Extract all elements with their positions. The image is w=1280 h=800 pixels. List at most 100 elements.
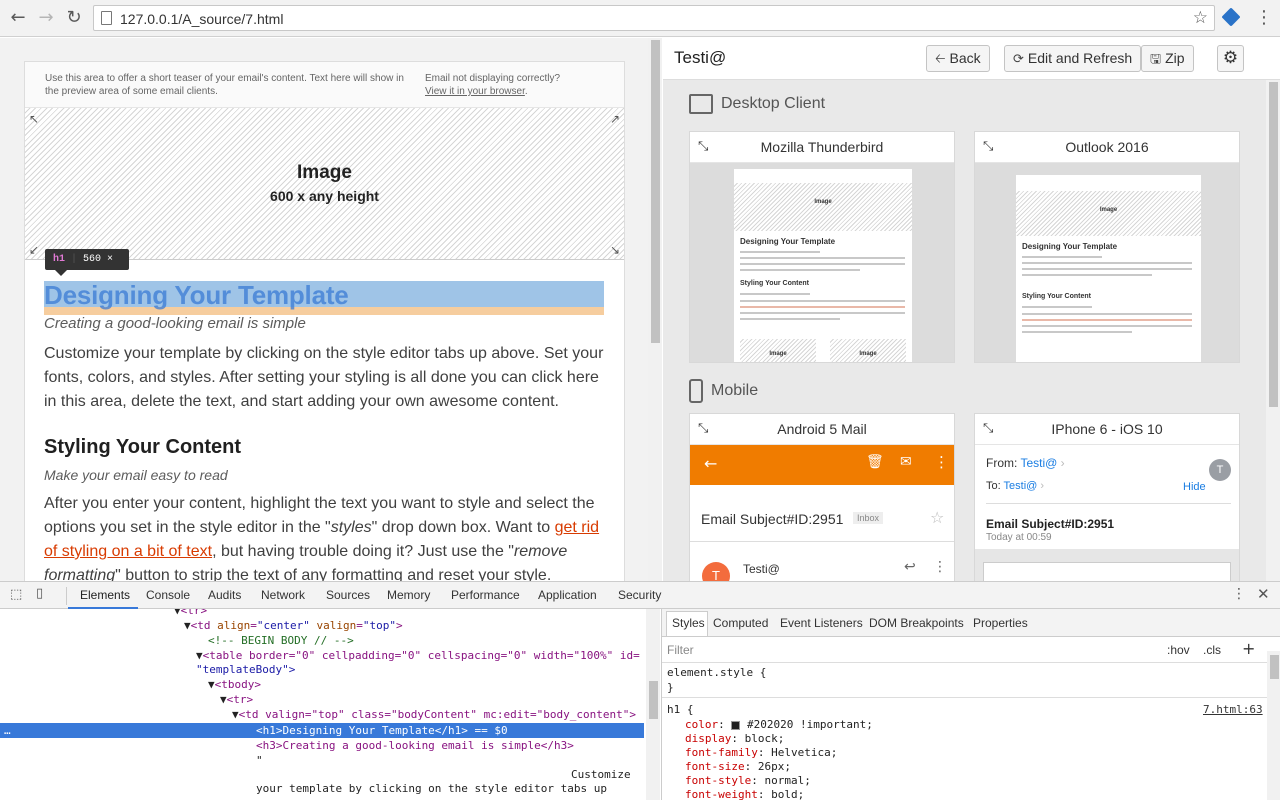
hide-link[interactable]: Hide — [1183, 481, 1206, 493]
dom-node-h1[interactable]: <h1>Designing Your Template</h1> == $0 — [256, 723, 508, 738]
android-back-icon[interactable]: ← — [704, 454, 717, 473]
bookmark-star-icon[interactable]: ☆ — [1193, 8, 1208, 28]
style-prop[interactable]: font-family: Helvetica; — [685, 746, 837, 760]
dom-scrollbar[interactable] — [646, 609, 660, 800]
tab-elements[interactable]: Elements — [80, 588, 130, 602]
dom-attr: align — [217, 619, 251, 632]
close-icon[interactable]: ✕ — [1257, 585, 1270, 603]
forward-arrow-icon[interactable]: → — [36, 8, 56, 28]
star-icon[interactable]: ☆ — [930, 508, 944, 527]
back-button[interactable]: 🡠 Back — [926, 45, 990, 72]
thumb-line — [740, 263, 905, 265]
cls-toggle[interactable]: .cls — [1203, 643, 1221, 657]
style-prop[interactable]: display: block; — [685, 732, 784, 746]
divider — [662, 697, 1267, 698]
expand-icon[interactable]: ⤡ — [698, 132, 708, 162]
trash-icon[interactable]: 🗑 — [866, 454, 884, 470]
address-bar[interactable]: 127.0.0.1/A_source/7.html ☆ — [93, 5, 1215, 31]
style-prop[interactable]: font-size: 26px; — [685, 760, 791, 774]
tab-audits[interactable]: Audits — [208, 588, 241, 602]
device-toolbar-icon[interactable]: ▯ — [36, 586, 43, 601]
settings-gear-icon[interactable]: ⚙ — [1217, 45, 1244, 72]
color-swatch[interactable] — [731, 720, 741, 730]
dom-node-h3[interactable]: <h3>Creating a good-looking email is sim… — [256, 738, 574, 753]
tab-styles[interactable]: Styles — [672, 616, 705, 630]
inspect-element-icon[interactable]: ⬚ — [10, 587, 22, 602]
new-rule-icon[interactable]: + — [1242, 639, 1255, 658]
dom-comment[interactable]: <!-- BEGIN BODY // --> — [208, 633, 354, 648]
url-text[interactable]: 127.0.0.1/A_source/7.html — [120, 11, 283, 27]
dom-node[interactable]: ▼<tr> — [174, 609, 207, 618]
extension-icon[interactable] — [1221, 7, 1241, 27]
expand-icon[interactable]: ⤡ — [698, 414, 708, 444]
tab-application[interactable]: Application — [538, 588, 597, 602]
style-prop[interactable]: font-style: normal; — [685, 774, 811, 788]
styles-scrollbar[interactable] — [1267, 651, 1280, 800]
tab-dom-breakpoints[interactable]: DOM Breakpoints — [869, 616, 964, 630]
dom-node[interactable]: ▼<tbody> — [208, 677, 261, 692]
resize-ne-icon: ↗ — [609, 112, 620, 126]
tab-security[interactable]: Security — [618, 588, 661, 602]
client-card-thunderbird[interactable]: ⤡ Mozilla Thunderbird Image Designing You… — [689, 131, 955, 363]
tab-sources[interactable]: Sources — [326, 588, 370, 602]
edit-refresh-button[interactable]: ⟳ Edit and Refresh — [1004, 45, 1142, 72]
tab-properties[interactable]: Properties — [973, 616, 1028, 630]
devtools-menu-icon[interactable]: ⋮ — [1232, 586, 1246, 602]
style-prop-color[interactable]: color: #202020 !important; — [685, 718, 873, 732]
monitor-icon — [689, 94, 713, 114]
tab-network[interactable]: Network — [261, 588, 305, 602]
devtools-tabbar: ⬚ ▯ Elements Console Audits Network Sour… — [0, 581, 1280, 609]
dom-node[interactable]: ▼<table border="0" cellpadding="0" cells… — [196, 648, 640, 663]
thumb-line — [740, 251, 820, 253]
dom-text-node[interactable]: " — [256, 753, 263, 768]
client-previews-pane: Testi@ 🡠 Back ⟳ Edit and Refresh 🖫 Zip ⚙ De… — [663, 38, 1280, 581]
preheader: Use this area to offer a short teaser of… — [25, 62, 624, 108]
dom-node[interactable]: ▼<tr> — [220, 692, 253, 707]
expand-icon[interactable]: ⤡ — [983, 132, 993, 162]
dom-node[interactable]: ▼<td align="center" valign="top"> — [184, 618, 403, 633]
zip-button[interactable]: 🖫 Zip — [1141, 45, 1194, 72]
rule-source-link[interactable]: 7.html:63 — [1203, 703, 1263, 717]
element-style-rule[interactable]: element.style { — [667, 666, 766, 680]
from-address[interactable]: Testi@ — [1020, 456, 1057, 470]
browser-menu-icon[interactable]: ⋮ — [1255, 7, 1273, 28]
scrollbar-thumb[interactable] — [651, 40, 660, 343]
tab-computed[interactable]: Computed — [713, 616, 768, 630]
tab-memory[interactable]: Memory — [387, 588, 430, 602]
reply-icon[interactable]: ↩ — [904, 559, 916, 575]
scrollbar-thumb[interactable] — [1269, 82, 1278, 407]
back-arrow-icon[interactable]: ← — [8, 8, 28, 28]
back-label: Back — [949, 50, 981, 66]
dom-text: <tr> — [180, 609, 208, 617]
client-card-iphone[interactable]: ⤡ IPhone 6 - iOS 10 From: Testi@ › T To: … — [974, 413, 1240, 581]
thumbnail-preview: Image Designing Your Template Styling Yo… — [975, 163, 1239, 362]
preheader-browser-link: Email not displaying correctly? View it … — [425, 72, 615, 98]
ellipsis-icon[interactable]: … — [4, 723, 11, 738]
filter-input[interactable]: Filter — [667, 643, 694, 657]
mobile-section-label: Mobile — [711, 382, 759, 400]
tab-performance[interactable]: Performance — [451, 588, 520, 602]
tab-console[interactable]: Console — [146, 588, 190, 602]
dom-text: <tr> — [226, 693, 254, 706]
more-icon[interactable]: ⋮ — [933, 559, 947, 575]
client-header: ⤡ Mozilla Thunderbird — [690, 132, 954, 163]
preview-scrollbar[interactable] — [648, 38, 662, 581]
to-address[interactable]: Testi@ — [1004, 480, 1038, 492]
mail-icon[interactable]: ✉ — [900, 454, 912, 470]
client-card-outlook[interactable]: ⤡ Outlook 2016 Image Designing Your Templ… — [974, 131, 1240, 363]
h1-rule-selector[interactable]: h1 { — [667, 703, 694, 717]
tab-event-listeners[interactable]: Event Listeners — [780, 616, 863, 630]
hov-toggle[interactable]: :hov — [1167, 643, 1190, 657]
scrollbar-thumb[interactable] — [649, 681, 658, 719]
reload-icon[interactable]: ↻ — [64, 8, 84, 28]
style-prop[interactable]: font-weight: bold; — [685, 788, 804, 800]
thumb-line — [740, 293, 810, 295]
scrollbar-thumb[interactable] — [1270, 655, 1279, 679]
panel-scrollbar[interactable] — [1266, 80, 1280, 581]
overflow-menu-icon[interactable]: ⋮ — [934, 453, 949, 471]
dom-node[interactable]: ▼<td valign="top" class="bodyContent" mc… — [232, 707, 636, 722]
view-in-browser-link[interactable]: View it in your browser — [425, 86, 525, 97]
styles-filter[interactable]: Filter :hov .cls + — [662, 637, 1267, 663]
expand-icon[interactable]: ⤡ — [983, 414, 993, 444]
client-card-android[interactable]: ⤡ Android 5 Mail ← 🗑 ✉ ⋮ Email Subject#ID… — [689, 413, 955, 581]
